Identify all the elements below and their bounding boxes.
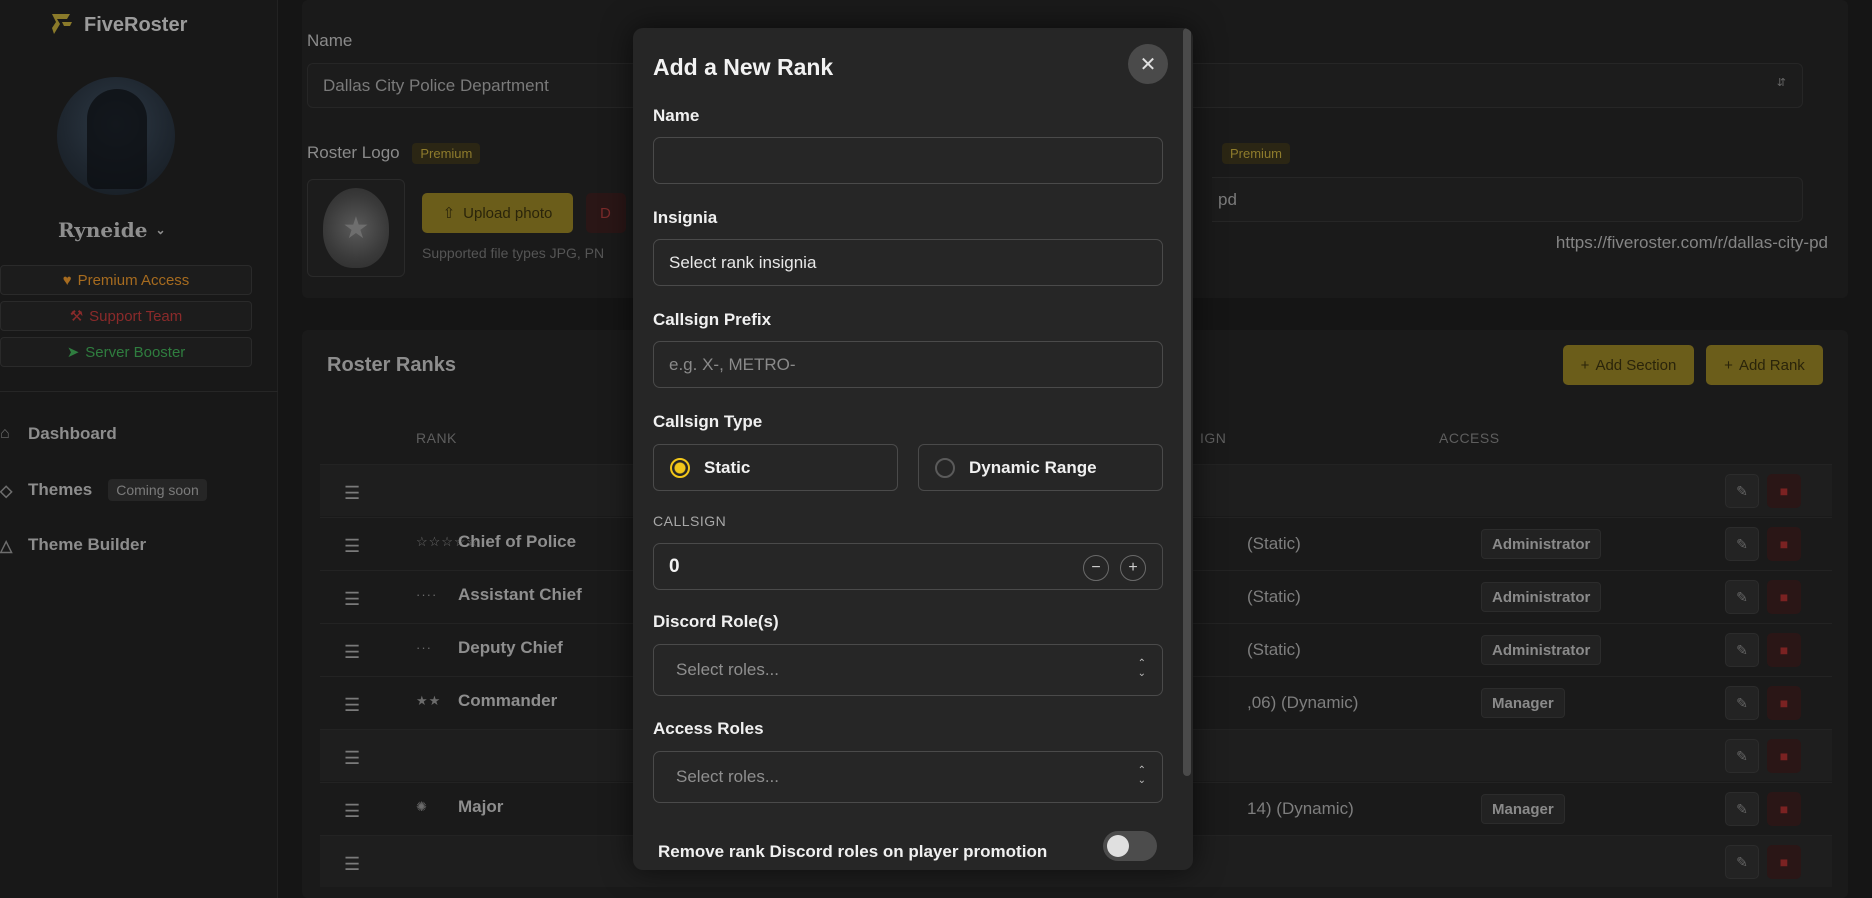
- increment-button[interactable]: +: [1120, 555, 1146, 581]
- app-root: FiveRoster Ryneide ⌄ ♥ Premium Access ⚒ …: [0, 0, 1872, 898]
- radio-unselected-icon: [935, 457, 955, 478]
- remove-roles-label: Remove rank Discord roles on player prom…: [658, 842, 1048, 861]
- modal-title: Add a New Rank: [653, 54, 834, 80]
- callsign-label: CALLSIGN: [653, 513, 727, 529]
- access-roles-label: Access Roles: [653, 719, 764, 738]
- decrement-button[interactable]: −: [1083, 555, 1109, 581]
- callsign-value: 0: [669, 556, 680, 577]
- remove-roles-toggle[interactable]: [1103, 831, 1157, 861]
- callsign-prefix-placeholder: e.g. X-, METRO-: [669, 354, 796, 374]
- callsign-prefix-input[interactable]: e.g. X-, METRO-: [653, 341, 1163, 388]
- access-roles-select[interactable]: Select roles... ⌃ ⌄: [653, 751, 1163, 803]
- access-roles-placeholder: Select roles...: [676, 767, 779, 786]
- modal-scrollbar[interactable]: [1183, 28, 1191, 776]
- radio-selected-icon: [670, 457, 690, 478]
- toggle-knob: [1107, 835, 1129, 857]
- name-label: Name: [653, 106, 700, 125]
- callsign-prefix-label: Callsign Prefix: [653, 310, 772, 329]
- chevron-up-down-icon: ⌃ ⌄: [1137, 765, 1146, 786]
- add-rank-modal: Add a New Rank ✕ Name Insignia Select ra…: [633, 28, 1193, 870]
- radio-label: Static: [704, 457, 751, 477]
- insignia-label: Insignia: [653, 208, 718, 227]
- discord-roles-select[interactable]: Select roles... ⌃ ⌄: [653, 644, 1163, 696]
- callsign-type-label: Callsign Type: [653, 412, 763, 431]
- insignia-value: Select rank insignia: [669, 252, 817, 272]
- callsign-type-dynamic-range[interactable]: Dynamic Range: [918, 444, 1163, 491]
- chevron-up-down-icon: ⌃ ⌄: [1137, 658, 1146, 679]
- close-button[interactable]: ✕: [1128, 44, 1168, 84]
- close-icon: ✕: [1139, 53, 1157, 76]
- discord-roles-placeholder: Select roles...: [676, 660, 779, 679]
- rank-name-input[interactable]: [653, 137, 1163, 184]
- insignia-select[interactable]: Select rank insignia: [653, 239, 1163, 286]
- callsign-type-static[interactable]: Static: [653, 444, 898, 491]
- discord-roles-label: Discord Role(s): [653, 612, 779, 631]
- radio-label: Dynamic Range: [969, 457, 1097, 477]
- callsign-stepper[interactable]: 0 − +: [653, 543, 1163, 590]
